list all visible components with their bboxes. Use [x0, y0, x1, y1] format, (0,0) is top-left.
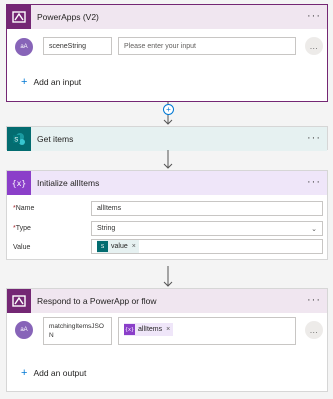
get-items-card[interactable]: S Get items ··· [6, 126, 328, 151]
powerapps-trigger-card[interactable]: PowerApps (V2) ··· aA sceneString Please… [6, 4, 328, 102]
svg-text:S: S [14, 138, 18, 144]
plus-icon: + [21, 367, 28, 379]
powerapps-icon [7, 289, 31, 313]
output-value-field[interactable]: {x} allItems × [118, 317, 296, 345]
initialize-variable-title: Initialize allItems [37, 178, 100, 188]
respond-powerapp-header[interactable]: Respond to a PowerApp or flow ··· [7, 289, 327, 313]
close-icon[interactable]: × [132, 243, 136, 250]
add-output-button[interactable]: + Add an output [21, 367, 86, 379]
more-options-icon[interactable]: ··· [307, 5, 321, 29]
add-input-label: Add an input [33, 77, 82, 87]
input-more-button[interactable]: ... [305, 37, 323, 55]
output-name-value: matchingItemsJSON [49, 323, 104, 339]
value-token-label: value [111, 243, 128, 250]
variable-icon: {x} [7, 171, 31, 195]
powerapps-trigger-title: PowerApps (V2) [37, 12, 99, 22]
connector-arrow [163, 150, 173, 169]
more-options-icon[interactable]: ··· [307, 171, 321, 195]
get-items-title: Get items [37, 134, 74, 144]
initialize-variable-header[interactable]: {x} Initialize allItems ··· [7, 171, 327, 195]
close-icon[interactable]: × [166, 326, 170, 333]
respond-powerapp-title: Respond to a PowerApp or flow [37, 296, 157, 306]
variable-name-field[interactable]: allItems [91, 201, 323, 216]
chevron-down-icon: ⌄ [311, 225, 317, 233]
connector-arrow [163, 266, 173, 287]
variable-icon: {x} [124, 324, 135, 335]
input-name-field[interactable]: sceneString [43, 37, 112, 55]
more-options-icon[interactable]: ··· [307, 127, 321, 151]
name-label: *Name [13, 205, 35, 212]
more-options-icon[interactable]: ··· [307, 289, 321, 313]
insert-step-button[interactable]: + [163, 104, 174, 115]
sharepoint-icon: S [7, 127, 31, 151]
type-label: *Type [13, 225, 31, 232]
value-label: Value [13, 244, 31, 251]
get-items-header[interactable]: S Get items ··· [7, 127, 327, 151]
sharepoint-icon: S [97, 241, 108, 252]
variable-type-select[interactable]: String ⌄ [91, 221, 323, 236]
add-output-label: Add an output [33, 368, 87, 378]
text-input-type-icon: aA [15, 38, 33, 56]
initialize-variable-card[interactable]: {x} Initialize allItems ··· *Name allIte… [6, 170, 328, 260]
variable-value-field[interactable]: S value × [91, 239, 323, 254]
respond-powerapp-card[interactable]: Respond to a PowerApp or flow ··· aA mat… [6, 288, 328, 392]
variable-type-value: String [97, 225, 116, 232]
powerapps-icon [7, 5, 31, 29]
output-name-field[interactable]: matchingItemsJSON [43, 317, 112, 345]
text-output-type-icon: aA [15, 321, 33, 339]
add-input-button[interactable]: + Add an input [21, 76, 81, 88]
input-description-field[interactable]: Please enter your input [118, 37, 296, 55]
powerapps-trigger-header[interactable]: PowerApps (V2) ··· [7, 5, 327, 29]
plus-icon: + [21, 76, 28, 88]
output-more-button[interactable]: ... [305, 321, 323, 339]
allitems-token-label: allItems [138, 326, 163, 333]
value-dynamic-token[interactable]: S value × [97, 240, 139, 253]
allitems-dynamic-token[interactable]: {x} allItems × [124, 323, 174, 336]
